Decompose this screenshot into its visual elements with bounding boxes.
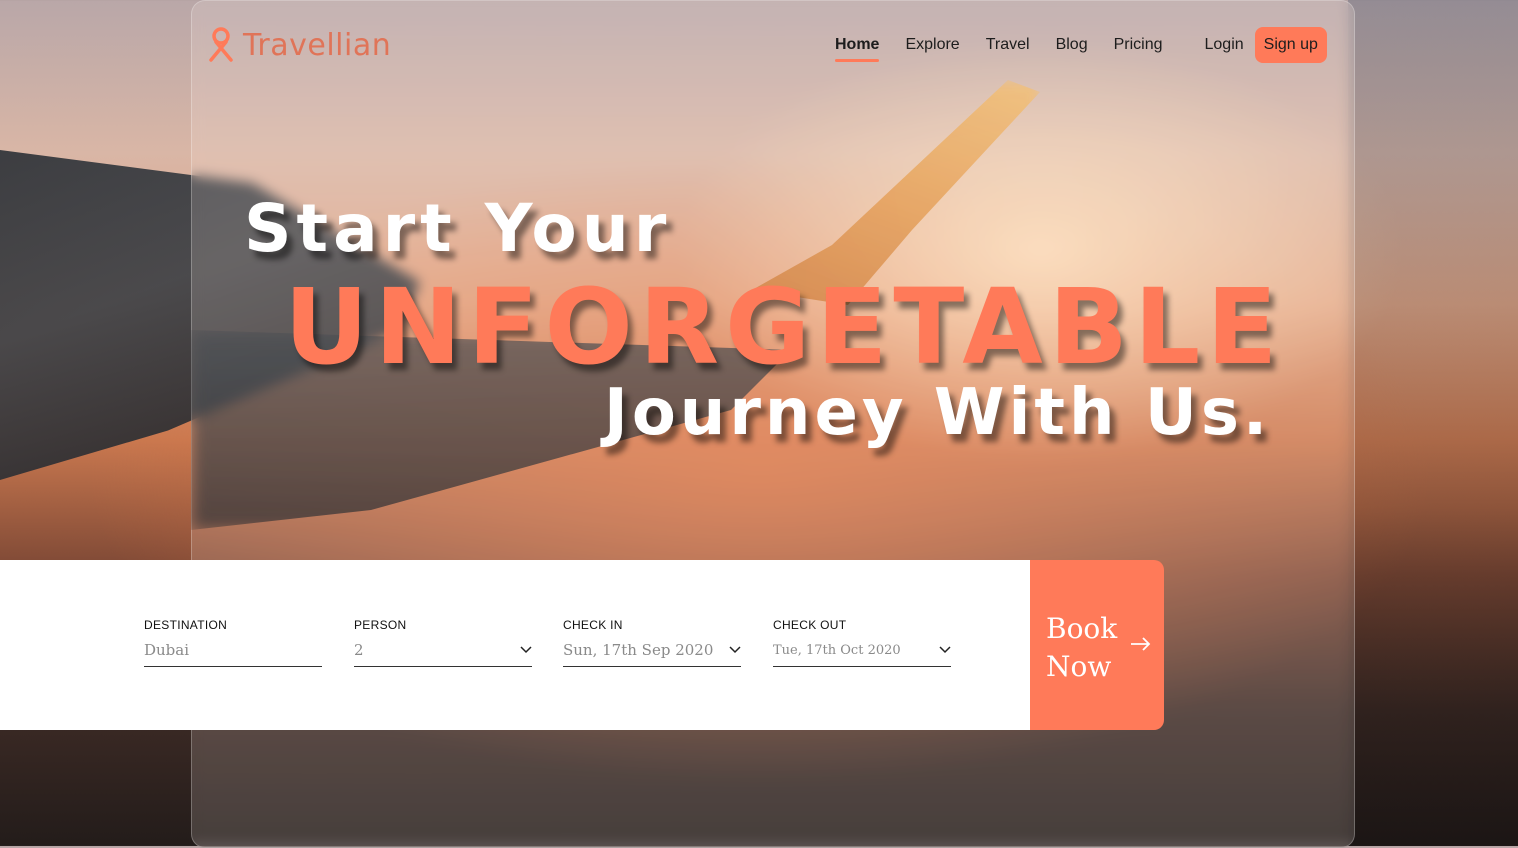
nav-link-explore[interactable]: Explore	[905, 36, 959, 54]
login-link[interactable]: Login	[1205, 36, 1244, 54]
check-in-select[interactable]: Sun, 17th Sep 2020	[563, 640, 741, 667]
nav-link-home[interactable]: Home	[835, 36, 880, 62]
person-value: 2	[354, 641, 364, 659]
map-pin-icon	[209, 27, 233, 62]
destination-field[interactable]: DESTINATION Dubai	[144, 618, 322, 667]
hero-line-2: UNFORGETABLE	[284, 266, 1284, 388]
destination-value: Dubai	[144, 641, 190, 659]
main-nav: Home Explore Travel Blog Pricing Login S…	[835, 26, 1327, 64]
chevron-down-icon[interactable]	[939, 646, 951, 654]
destination-label: DESTINATION	[144, 618, 228, 632]
check-out-value: Tue, 17th Oct 2020	[773, 642, 901, 658]
check-out-select[interactable]: Tue, 17th Oct 2020	[773, 640, 951, 667]
nav-link-blog[interactable]: Blog	[1056, 36, 1088, 54]
check-out-label: CHECK OUT	[773, 618, 847, 632]
brand-logo[interactable]: Travellian	[207, 26, 391, 64]
arrow-right-icon	[1131, 637, 1151, 651]
book-now-button[interactable]: Book Now	[1030, 560, 1164, 730]
check-in-value: Sun, 17th Sep 2020	[563, 641, 714, 659]
check-out-field[interactable]: CHECK OUT Tue, 17th Oct 2020	[773, 618, 951, 667]
nav-link-pricing[interactable]: Pricing	[1114, 36, 1163, 54]
check-in-field[interactable]: CHECK IN Sun, 17th Sep 2020	[563, 618, 741, 667]
destination-input[interactable]: Dubai	[144, 640, 322, 667]
nav-link-travel[interactable]: Travel	[986, 36, 1030, 54]
person-select[interactable]: 2	[354, 640, 532, 667]
hero-line-3: Journey With Us.	[604, 376, 1272, 450]
check-in-label: CHECK IN	[563, 618, 623, 632]
person-field[interactable]: PERSON 2	[354, 618, 532, 667]
book-now-line-1: Book	[1046, 612, 1118, 645]
chevron-down-icon[interactable]	[729, 646, 741, 654]
book-now-line-2: Now	[1046, 650, 1112, 683]
book-now-label: Book Now	[1046, 610, 1126, 686]
brand-name: Travellian	[243, 27, 392, 63]
booking-form: DESTINATION Dubai PERSON 2 CHECK IN Sun,…	[0, 560, 1030, 730]
person-label: PERSON	[354, 618, 407, 632]
hero-line-1: Start Your	[244, 190, 672, 267]
background-sky	[1348, 0, 1518, 846]
signup-button[interactable]: Sign up	[1254, 27, 1327, 63]
chevron-down-icon[interactable]	[520, 646, 532, 654]
